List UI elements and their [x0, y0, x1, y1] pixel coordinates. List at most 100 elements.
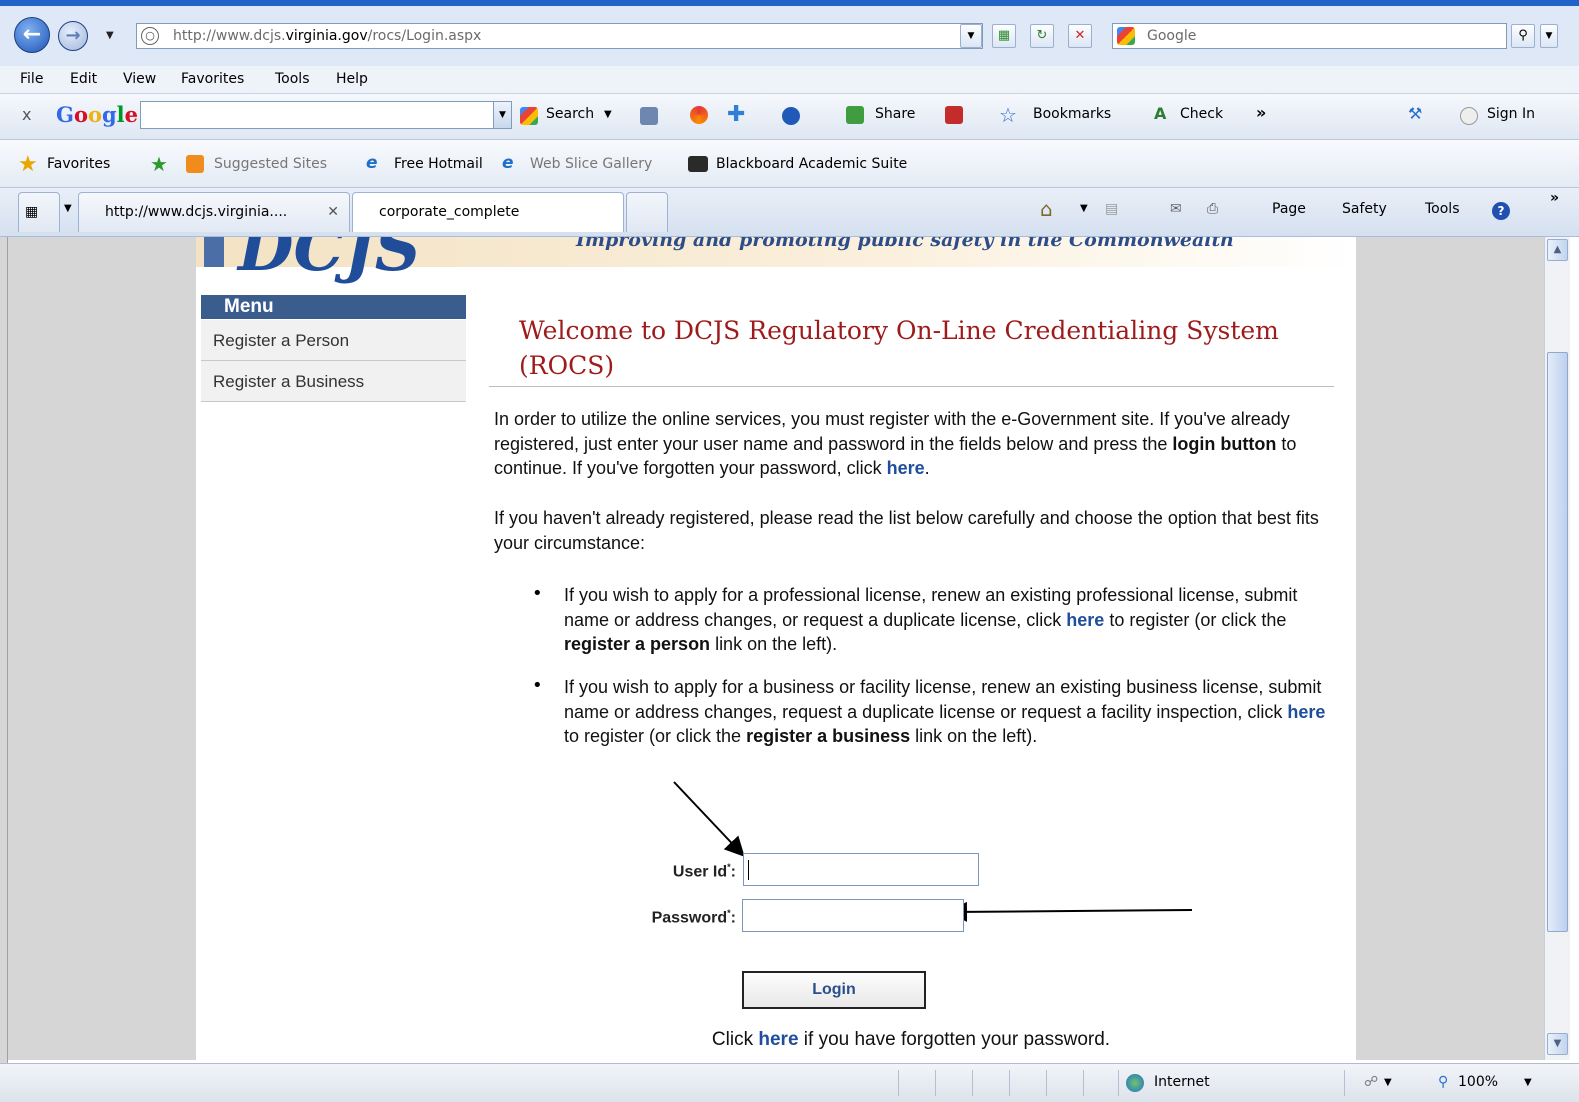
google-search-provider-icon — [1117, 27, 1135, 45]
zoom-icon: ⚲ — [1438, 1074, 1449, 1090]
menu-favorites[interactable]: Favorites — [181, 71, 244, 87]
userid-label: User Id*: — [672, 862, 736, 881]
google-toolbar: x Google ▼ Search ▼ ✚ Share ☆ Bookmarks … — [0, 94, 1579, 140]
wrench-icon[interactable]: ⚒ — [1408, 104, 1422, 123]
fav-blackboard[interactable]: Blackboard Academic Suite — [716, 156, 907, 172]
internet-zone-icon — [1126, 1074, 1144, 1092]
home-icon[interactable]: ⌂ — [1040, 197, 1053, 221]
mail-icon[interactable]: ✉ — [1170, 201, 1182, 217]
compatibility-view-icon[interactable]: ▦ — [992, 24, 1016, 48]
search-options-icon[interactable]: ▼ — [1540, 24, 1558, 48]
dell-icon[interactable] — [782, 107, 800, 125]
plus-icon[interactable]: ✚ — [727, 104, 745, 126]
fav-free-hotmail[interactable]: Free Hotmail — [394, 156, 483, 172]
scroll-up-button[interactable]: ▲ — [1547, 239, 1568, 261]
login-button[interactable]: Login — [742, 971, 926, 1009]
vertical-scrollbar[interactable]: ▲ ▼ — [1544, 237, 1570, 1060]
forward-button[interactable]: → — [58, 21, 88, 51]
google-logo: Google — [56, 102, 139, 127]
toolbar-bookmarks-button[interactable]: Bookmarks — [1033, 106, 1111, 122]
tab-corporate-complete[interactable]: corporate_complete — [352, 192, 624, 232]
address-dropdown-icon[interactable]: ▼ — [960, 24, 982, 48]
zoom-dropdown[interactable]: ▼ — [1524, 1077, 1532, 1088]
scroll-thumb[interactable] — [1547, 352, 1568, 932]
command-safety[interactable]: Safety — [1342, 201, 1387, 217]
blackboard-icon — [688, 156, 708, 172]
menu-view[interactable]: View — [123, 71, 156, 87]
page-viewport: DCJS Improving and promoting public safe… — [8, 237, 1544, 1060]
feeds-icon[interactable]: ▤ — [1105, 201, 1118, 217]
forgot-password-text: Click here if you have forgotten your pa… — [711, 1029, 1111, 1050]
address-bar[interactable]: ○ http://www.dcjs.virginia.gov/rocs/Logi… — [136, 23, 983, 49]
new-tab-button[interactable] — [626, 192, 668, 232]
toolbar-signin-button[interactable]: Sign In — [1487, 106, 1535, 122]
toolbar-search-button[interactable]: Search — [546, 106, 594, 122]
home-dropdown-icon[interactable]: ▼ — [1080, 203, 1088, 214]
status-divider — [1009, 1070, 1010, 1096]
address-row: ← → ▼ ○ http://www.dcjs.virginia.gov/roc… — [0, 6, 1579, 66]
news-icon[interactable] — [640, 107, 658, 125]
status-divider — [935, 1070, 936, 1096]
command-more-icon[interactable]: » — [1550, 190, 1559, 206]
zoom-level[interactable]: 100% — [1458, 1074, 1498, 1090]
stop-icon[interactable]: ✕ — [1068, 24, 1092, 48]
status-bar: Internet ☍ ▼ ⚲ 100% ▼ — [0, 1063, 1579, 1102]
spinner-icon[interactable] — [690, 106, 708, 124]
scroll-down-button[interactable]: ▼ — [1547, 1033, 1568, 1055]
recent-pages-dropdown[interactable]: ▼ — [106, 30, 114, 41]
favorites-button[interactable]: Favorites — [47, 156, 110, 172]
url-domain: virginia.gov — [285, 28, 368, 44]
chevron-down-icon[interactable]: ▼ — [493, 102, 511, 128]
search-icon[interactable]: ⚲ — [1511, 24, 1535, 48]
tab-dcjs[interactable]: http://www.dcjs.virginia.... ✕ — [78, 192, 350, 232]
toolbar-more-button[interactable]: » — [1256, 103, 1266, 122]
menu-edit[interactable]: Edit — [70, 71, 97, 87]
userid-input[interactable] — [743, 853, 979, 886]
window-left-edge — [0, 237, 8, 1067]
toolbar-check-button[interactable]: Check — [1180, 106, 1223, 122]
page-globe-icon: ○ — [141, 27, 159, 45]
toolbar-close-icon[interactable]: x — [22, 105, 31, 124]
protected-mode-icon[interactable]: ☍ — [1364, 1074, 1378, 1090]
back-button[interactable]: ← — [14, 17, 50, 53]
fav-web-slice-gallery[interactable]: Web Slice Gallery — [530, 156, 652, 172]
share-icon — [846, 106, 864, 124]
search-placeholder: Google — [1147, 28, 1197, 44]
annotation-arrows — [673, 781, 1193, 922]
forgot-password-link-bottom[interactable]: here — [758, 1029, 798, 1050]
command-page[interactable]: Page — [1272, 201, 1306, 217]
browser-search-box[interactable]: Google — [1112, 23, 1507, 49]
status-divider — [898, 1070, 899, 1096]
star-icon: ☆ — [999, 103, 1017, 127]
search-dropdown-icon[interactable]: ▼ — [604, 109, 612, 120]
favorites-star-icon: ★ — [18, 152, 38, 177]
toolbar-share-button[interactable]: Share — [875, 106, 915, 122]
help-icon[interactable]: ? — [1492, 202, 1510, 220]
protected-mode-dropdown[interactable]: ▼ — [1384, 1077, 1392, 1088]
fav-suggested-sites[interactable]: Suggested Sites — [214, 156, 327, 172]
status-divider — [972, 1070, 973, 1096]
menu-tools[interactable]: Tools — [275, 71, 310, 87]
status-divider — [1083, 1070, 1084, 1096]
user-icon — [1460, 107, 1478, 125]
command-tools[interactable]: Tools — [1425, 201, 1460, 217]
status-divider — [1344, 1070, 1345, 1096]
password-input[interactable] — [742, 899, 964, 932]
arrow-to-userid — [673, 781, 745, 857]
tab-bar: ▦ ▼ http://www.dcjs.virginia.... ✕ corpo… — [0, 188, 1579, 237]
suggested-sites-icon — [186, 155, 204, 173]
ie-icon: e — [366, 153, 378, 173]
close-icon[interactable]: ✕ — [327, 193, 339, 231]
menu-file[interactable]: File — [20, 71, 43, 87]
google-search-icon — [520, 107, 538, 125]
menu-help[interactable]: Help — [336, 71, 368, 87]
google-toolbar-search-input[interactable]: ▼ — [140, 101, 512, 129]
print-icon[interactable]: ⎙ — [1207, 201, 1218, 217]
url-path: /rocs/Login.aspx — [367, 28, 482, 44]
tab-list-dropdown[interactable]: ▼ — [64, 203, 72, 214]
add-favorite-icon[interactable]: ★ — [150, 152, 168, 176]
password-label: Password*: — [651, 908, 736, 927]
popup-blocker-icon[interactable] — [945, 106, 963, 124]
refresh-icon[interactable]: ↻ — [1030, 24, 1054, 48]
quick-tabs-button[interactable]: ▦ — [18, 192, 60, 232]
